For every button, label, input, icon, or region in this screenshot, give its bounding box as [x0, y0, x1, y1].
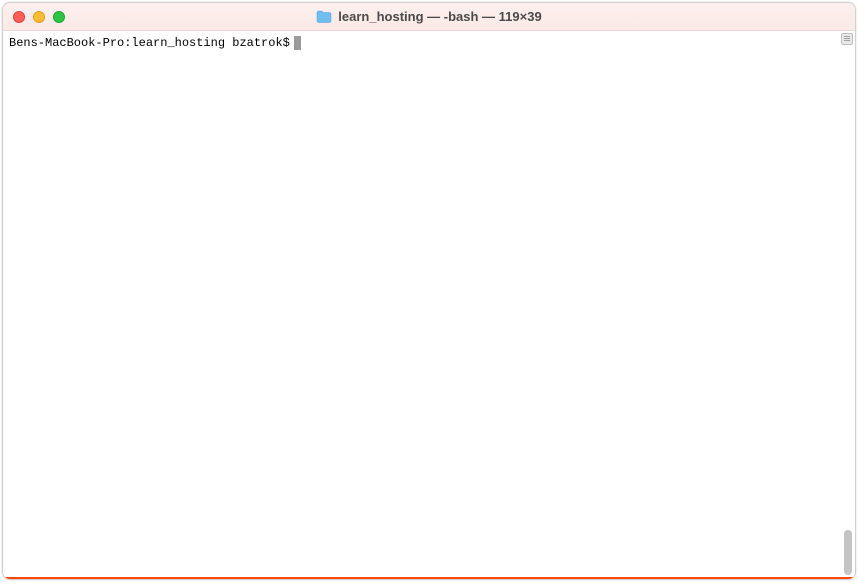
folder-icon [316, 10, 332, 23]
close-button[interactable] [13, 11, 25, 23]
terminal-cursor [294, 36, 301, 50]
prompt-line: Bens-MacBook-Pro:learn_hosting bzatrok$ [9, 35, 849, 52]
window-title-container: learn_hosting — -bash — 119×39 [3, 9, 855, 24]
prompt-text: Bens-MacBook-Pro:learn_hosting bzatrok$ [9, 35, 290, 52]
scroll-menu-icon[interactable] [841, 33, 853, 45]
terminal-window: learn_hosting — -bash — 119×39 Bens-MacB… [2, 2, 856, 580]
window-bottom-accent [3, 577, 855, 579]
traffic-lights [13, 11, 65, 23]
scrollbar-track[interactable] [840, 31, 855, 579]
maximize-button[interactable] [53, 11, 65, 23]
minimize-button[interactable] [33, 11, 45, 23]
terminal-body[interactable]: Bens-MacBook-Pro:learn_hosting bzatrok$ [3, 31, 855, 579]
title-bar[interactable]: learn_hosting — -bash — 119×39 [3, 3, 855, 31]
window-title: learn_hosting — -bash — 119×39 [338, 9, 541, 24]
scrollbar-thumb[interactable] [844, 530, 852, 575]
